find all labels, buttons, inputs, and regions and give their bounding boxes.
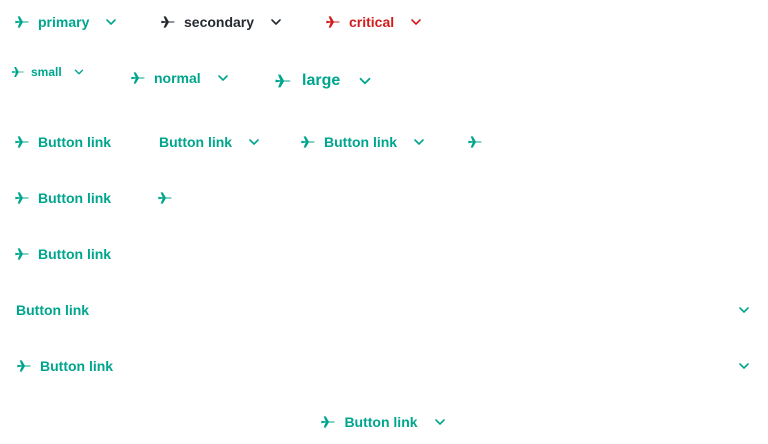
chevron-down-icon [215,70,231,86]
airplane-icon [14,14,30,30]
button-label: Button link [38,190,112,206]
chevron-down-icon [432,414,448,430]
centered-button-link[interactable]: Button link [16,408,752,436]
airplane-icon [14,246,30,262]
airplane-icon [11,65,25,79]
button-label: Button link [324,134,398,150]
icon-only-button-link[interactable] [467,128,483,156]
full-width-button-link-with-icon[interactable]: Button link [16,352,752,380]
airplane-icon [130,70,146,86]
button-link-icon-right[interactable]: Button link [159,128,262,156]
large-button-link[interactable]: large [274,67,374,95]
chevron-down-icon [736,358,752,374]
button-link-with-icon[interactable]: Button link [14,184,111,212]
airplane-icon [467,134,483,150]
chevron-down-icon [103,14,119,30]
airplane-icon [16,358,32,374]
button-label: Button link [344,414,418,430]
airplane-icon [274,72,292,90]
normal-button-link[interactable]: normal [130,64,231,92]
button-link-icon-left[interactable]: Button link [14,128,111,156]
primary-button-link[interactable]: primary [14,8,119,36]
small-button-link[interactable]: small [11,58,86,86]
button-label: Button link [38,246,112,262]
button-label: Button link [38,134,112,150]
button-label: normal [154,70,201,86]
button-label: Button link [40,358,114,374]
button-label: secondary [184,14,255,30]
button-label: critical [349,14,395,30]
chevron-down-icon [736,302,752,318]
airplane-icon [14,134,30,150]
chevron-down-icon [246,134,262,150]
airplane-icon [325,14,341,30]
airplane-icon [160,14,176,30]
airplane-icon [157,190,173,206]
chevron-down-icon [268,14,284,30]
airplane-icon [14,190,30,206]
chevron-down-icon [408,14,424,30]
airplane-icon [300,134,316,150]
secondary-button-link[interactable]: secondary [160,8,284,36]
button-link-both-icons[interactable]: Button link [300,128,427,156]
button-label: Button link [159,134,233,150]
chevron-down-icon [411,134,427,150]
critical-button-link[interactable]: critical [325,8,424,36]
button-label: small [31,65,62,79]
button-label: large [302,72,341,89]
button-label: Button link [16,302,90,318]
chevron-down-icon [72,65,86,79]
airplane-icon [320,414,336,430]
icon-only-button-link[interactable] [157,184,173,212]
button-link-with-icon[interactable]: Button link [14,240,111,268]
chevron-down-icon [356,72,374,90]
button-label: primary [38,14,90,30]
full-width-button-link[interactable]: Button link [16,296,752,324]
